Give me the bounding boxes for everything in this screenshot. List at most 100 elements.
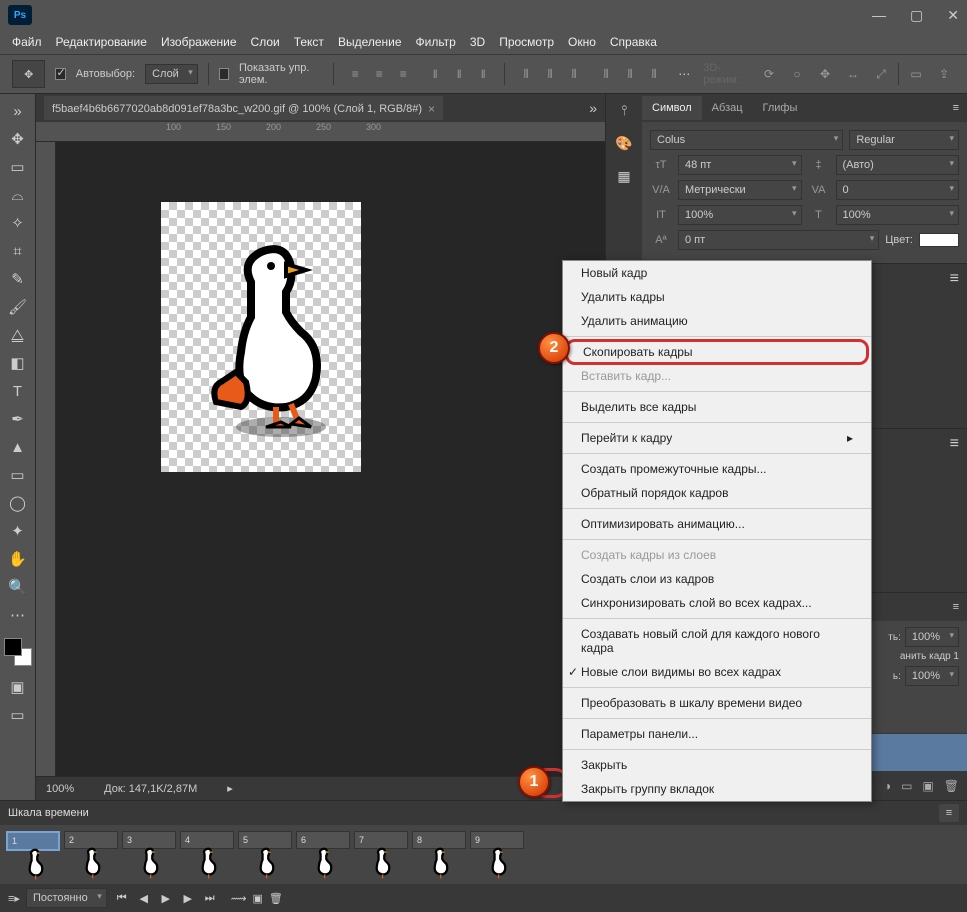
menu-filter[interactable]: Фильтр [416, 35, 456, 49]
menu-layers[interactable]: Слои [251, 35, 280, 49]
menu-help[interactable]: Справка [610, 35, 657, 49]
marquee-tool[interactable]: ▭ [4, 154, 32, 180]
timeline-menu-button[interactable]: ≡ [939, 804, 959, 822]
context-menu-item[interactable]: Новые слои видимы во всех кадрах [563, 660, 871, 684]
brush-tool[interactable]: 🖌 [4, 294, 32, 320]
context-menu-item[interactable]: Скопировать кадры [565, 339, 869, 365]
tab-glyphs[interactable]: Глифы [753, 96, 808, 120]
timeline-frame[interactable]: 9 [470, 831, 524, 849]
menu-file[interactable]: Файл [12, 35, 42, 49]
menu-select[interactable]: Выделение [338, 35, 402, 49]
context-menu-item[interactable]: Синхронизировать слой во всех кадрах... [563, 591, 871, 615]
3d-pan-icon[interactable]: ✥ [814, 63, 836, 85]
gradient-tool[interactable]: ◧ [4, 350, 32, 376]
timeline-frame[interactable]: 2 [64, 831, 118, 849]
tab-paragraph[interactable]: Абзац [702, 96, 753, 120]
autoselect-checkbox[interactable] [55, 68, 65, 80]
trash-icon[interactable]: 🗑 [944, 779, 959, 793]
tab-overflow-icon[interactable]: » [589, 100, 597, 116]
timeline-frame[interactable]: 4 [180, 831, 234, 849]
context-menu-item[interactable]: Перейти к кадру [563, 426, 871, 450]
canvas-artboard[interactable] [161, 202, 361, 472]
panel-menu-icon[interactable]: ≡ [945, 102, 967, 114]
lasso-tool[interactable]: ⌓ [4, 182, 32, 208]
opacity-dropdown[interactable]: 100% [905, 627, 959, 647]
more-tools-icon[interactable]: ⋯ [4, 602, 32, 628]
doc-size[interactable]: Док: 147,1K/2,87M [104, 783, 197, 795]
path-select-tool[interactable]: ▲ [4, 434, 32, 460]
show-controls-checkbox[interactable] [219, 68, 229, 80]
tab-close-icon[interactable]: × [428, 102, 435, 116]
canvas[interactable] [56, 142, 605, 776]
3d-orbit-icon[interactable]: ⟳ [758, 63, 780, 85]
vscale-input[interactable]: 100% [678, 205, 802, 225]
prev-frame-icon[interactable]: ◀ [135, 892, 153, 905]
zoom-tool[interactable]: 🔍 [4, 574, 32, 600]
timeline-frame[interactable]: 6 [296, 831, 350, 849]
move-tool[interactable]: ✥ [4, 126, 32, 152]
crop-tool[interactable]: ⌗ [4, 238, 32, 264]
share-icon[interactable]: ⇪ [933, 63, 955, 85]
3d-roll-icon[interactable]: ○ [786, 63, 808, 85]
group-icon[interactable]: ▭ [901, 779, 912, 793]
context-menu-item[interactable]: Преобразовать в шкалу времени видео [563, 691, 871, 715]
menu-3d[interactable]: 3D [470, 35, 485, 49]
panel-menu-icon[interactable]: ≡ [950, 270, 959, 288]
duplicate-frame-icon[interactable]: ▣ [253, 892, 263, 905]
context-menu-item[interactable]: Удалить анимацию [563, 309, 871, 333]
grid-icon[interactable]: ▦ [617, 168, 630, 185]
font-style-dropdown[interactable]: Regular [849, 130, 959, 150]
quick-mask-icon[interactable]: ▣ [4, 674, 32, 700]
panel-menu-icon[interactable]: ≡ [950, 435, 959, 453]
fg-color[interactable] [4, 638, 22, 656]
type-tool[interactable]: T [4, 378, 32, 404]
timeline-frame[interactable]: 5 [238, 831, 292, 849]
clone-tool[interactable]: ⧋ [4, 322, 32, 348]
adjust-icon[interactable]: ⫯ [621, 102, 627, 119]
ellipse-tool[interactable]: ◯ [4, 490, 32, 516]
maximize-icon[interactable]: ▢ [910, 7, 923, 24]
expand-tools-icon[interactable]: » [4, 98, 32, 124]
delete-frame-icon[interactable]: 🗑 [269, 892, 283, 905]
rectangle-tool[interactable]: ▭ [4, 462, 32, 488]
custom-shape-tool[interactable]: ✦ [4, 518, 32, 544]
context-menu-item[interactable]: Закрыть [563, 753, 871, 777]
document-tab[interactable]: f5baef4b6b6677020ab8d091ef78a3bc_w200.gi… [44, 96, 443, 120]
menu-window[interactable]: Окно [568, 35, 596, 49]
context-menu-item[interactable]: Новый кадр [563, 261, 871, 285]
new-layer-icon[interactable]: ▣ [922, 779, 933, 793]
3d-scale-icon[interactable]: ⤢ [870, 63, 892, 85]
panel-menu-icon[interactable]: ≡ [945, 601, 967, 613]
hscale-input[interactable]: 100% [836, 205, 960, 225]
play-icon[interactable]: ▶ [157, 892, 175, 905]
adjustment-icon[interactable]: ◑ [884, 779, 891, 793]
current-tool-icon[interactable]: ✥ [12, 60, 45, 88]
more-icon[interactable]: ⋯ [675, 63, 693, 85]
context-menu-item[interactable]: Создать промежуточные кадры... [563, 457, 871, 481]
loop-dropdown[interactable]: Постоянно [26, 888, 107, 908]
status-arrow-icon[interactable]: ▸ [227, 782, 233, 795]
first-frame-icon[interactable]: ⏮ [113, 892, 131, 905]
eyedropper-tool[interactable]: ✎ [4, 266, 32, 292]
timeline-frame[interactable]: 7 [354, 831, 408, 849]
leading-dropdown[interactable]: (Авто) [836, 155, 960, 175]
kerning-dropdown[interactable]: Метрически [678, 180, 802, 200]
context-menu-item[interactable]: Удалить кадры [563, 285, 871, 309]
context-menu-item[interactable]: Создать слои из кадров [563, 567, 871, 591]
context-menu-item[interactable]: Обратный порядок кадров [563, 481, 871, 505]
context-menu-item[interactable]: Оптимизировать анимацию... [563, 512, 871, 536]
font-size-dropdown[interactable]: 48 пт [678, 155, 802, 175]
menu-image[interactable]: Изображение [161, 35, 237, 49]
context-menu-item[interactable]: Параметры панели... [563, 722, 871, 746]
timeline-frame[interactable]: 8 [412, 831, 466, 849]
tween-icon[interactable]: ⟿ [231, 892, 247, 905]
next-frame-icon[interactable]: ▶ [179, 892, 197, 905]
font-family-dropdown[interactable]: Colus [650, 130, 843, 150]
frame-icon[interactable]: ▭ [905, 63, 927, 85]
menu-edit[interactable]: Редактирование [56, 35, 147, 49]
timeline-frame[interactable]: 3 [122, 831, 176, 849]
3d-slide-icon[interactable]: ↔ [842, 63, 864, 85]
screen-mode-icon[interactable]: ▭ [4, 702, 32, 728]
tab-character[interactable]: Символ [642, 96, 702, 120]
quick-select-tool[interactable]: ✧ [4, 210, 32, 236]
